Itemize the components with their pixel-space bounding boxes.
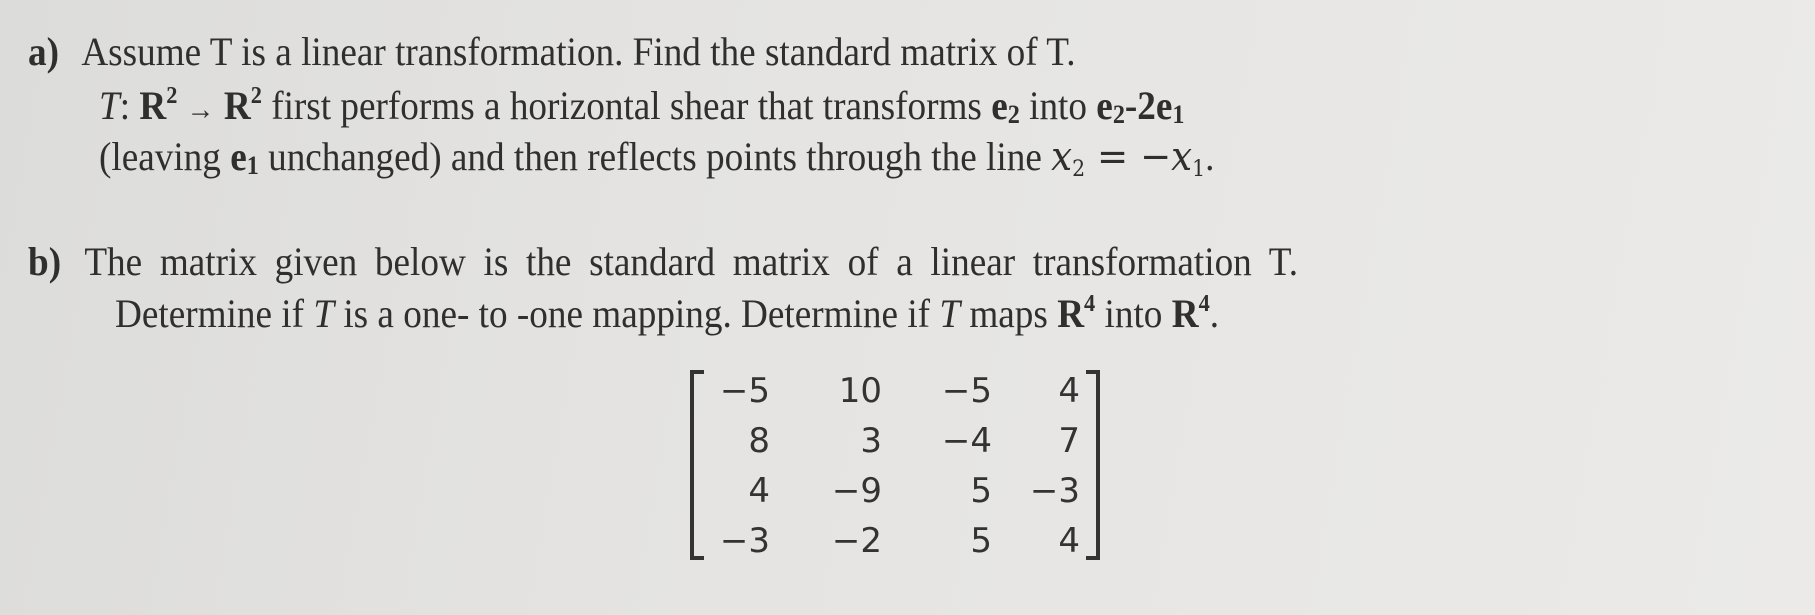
standard-matrix: −5 10 −5 4 8 3 −4 7 4 −9 5 −3 −3 −2 5 4 [690, 366, 1100, 566]
map-colon: : [119, 83, 131, 128]
matrix-cell: −5 [719, 371, 770, 411]
period: . [1205, 134, 1215, 179]
reflection-description: unchanged) and then reflects points thro… [258, 134, 1052, 179]
vector-e1-sub: 1 [246, 151, 259, 180]
var-x2: x [1051, 134, 1073, 180]
problem-page: a) Assume T is a linear transformation. … [0, 0, 1815, 615]
matrix-cell: 7 [1058, 421, 1080, 461]
var-x2-sub: 2 [1072, 157, 1086, 182]
part-b-label: b) [28, 239, 62, 284]
result-e2-sub: 2 [1112, 100, 1125, 129]
result-minus-2: -2 [1124, 83, 1156, 128]
R4-codomain: R [1171, 291, 1199, 336]
matrix-cell: 5 [970, 521, 992, 561]
into-text: into [1019, 83, 1097, 128]
domain-exponent: 2 [166, 83, 178, 109]
vector-e1: e [230, 134, 247, 179]
matrix-row: 8 3 −4 7 [702, 416, 1082, 466]
R4-domain-exp: 4 [1084, 291, 1096, 317]
part-b-statement: The matrix given below is the standard m… [84, 239, 1299, 284]
matrix-row: −3 −2 5 4 [702, 516, 1082, 566]
matrix-row: −5 10 −5 4 [702, 366, 1082, 416]
matrix-cell: 10 [838, 371, 882, 411]
matrix-cell: −3 [719, 521, 770, 561]
into-text-b: into [1095, 291, 1172, 336]
matrix-cell: −3 [1029, 471, 1080, 511]
part-a-label: a) [28, 29, 59, 74]
part-a-instruction: Assume T is a linear transformation. Fin… [81, 29, 1076, 74]
matrix-grid: −5 10 −5 4 8 3 −4 7 4 −9 5 −3 −3 −2 5 4 [702, 366, 1082, 566]
vector-e2: e [991, 83, 1008, 128]
vector-e2-sub: 2 [1007, 100, 1020, 129]
part-b-line-1: b) The matrix given below is the standar… [28, 238, 1298, 286]
matrix-cell: −9 [831, 471, 882, 511]
matrix-cell: 4 [748, 471, 770, 511]
domain-R: R [139, 83, 167, 128]
result-e1-sub: 1 [1172, 100, 1185, 129]
matrix-cell: 4 [1058, 371, 1080, 411]
one-to-one-question: is a one- to -one mapping. Determine if [334, 291, 940, 336]
arrow-symbol: → [186, 93, 215, 126]
part-b-line-2: Determine if T is a one- to -one mapping… [115, 290, 1219, 338]
leaving-text: (leaving [99, 134, 231, 179]
R4-domain: R [1057, 291, 1085, 336]
T-symbol: T [313, 291, 335, 336]
T-symbol-2: T [939, 291, 961, 336]
matrix-cell: 4 [1058, 521, 1080, 561]
var-x1-sub: 1 [1192, 157, 1206, 182]
R4-codomain-exp: 4 [1198, 291, 1210, 317]
part-a-line-3: (leaving e1 unchanged) and then reflects… [99, 133, 1214, 181]
matrix-cell: −4 [941, 421, 992, 461]
codomain-R: R [223, 83, 251, 128]
equals-minus: = − [1085, 134, 1172, 180]
result-e1: e [1155, 83, 1173, 128]
matrix-cell: −5 [941, 371, 992, 411]
matrix-cell: 5 [970, 471, 992, 511]
var-x1: x [1171, 134, 1193, 180]
matrix-cell: 3 [860, 421, 882, 461]
period-b: . [1209, 291, 1220, 336]
part-a-line-2: T: R2 → R2 first performs a horizontal s… [99, 82, 1185, 134]
part-a-line-1: a) Assume T is a linear transformation. … [28, 28, 1076, 76]
map-T: T [99, 83, 120, 128]
right-bracket [1086, 370, 1100, 560]
codomain-exponent: 2 [250, 83, 262, 109]
determine-text: Determine if [115, 291, 314, 336]
shear-description: first performs a horizontal shear that t… [261, 83, 992, 128]
matrix-row: 4 −9 5 −3 [702, 466, 1082, 516]
result-e2: e [1096, 83, 1113, 128]
maps-text: maps [960, 291, 1058, 336]
matrix-cell: 8 [748, 421, 770, 461]
matrix-cell: −2 [831, 521, 882, 561]
